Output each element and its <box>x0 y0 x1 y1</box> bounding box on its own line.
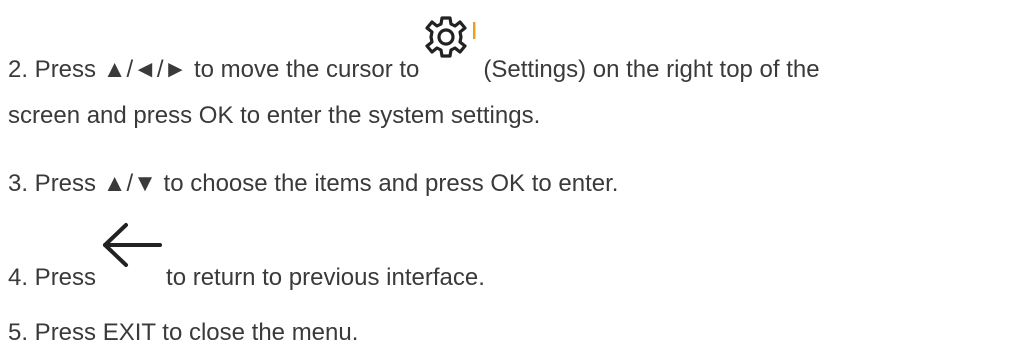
step-3-text: 3. Press ▲/▼ to choose the items and pre… <box>8 170 619 197</box>
step-5-text: 5. Press EXIT to close the menu. <box>8 319 359 346</box>
back-arrow-icon <box>96 223 166 292</box>
gear-icon <box>419 16 483 84</box>
step-2-text-a: 2. Press ▲/◄/► to move the cursor to <box>8 56 420 83</box>
step-2-line-1: 2. Press ▲/◄/► to move the cursor to (Se… <box>8 16 820 84</box>
step-5-line: 5. Press EXIT to close the menu. <box>8 319 358 347</box>
step-2-text-b: (Settings) on the right top of the <box>483 56 820 83</box>
step-2-line-2: screen and press OK to enter the system … <box>8 102 540 130</box>
step-3-line: 3. Press ▲/▼ to choose the items and pre… <box>8 170 618 198</box>
instruction-document: 2. Press ▲/◄/► to move the cursor to (Se… <box>8 0 1008 356</box>
step-4-text-b: to return to previous interface. <box>166 264 485 291</box>
step-4-line: 4. Press to return to previous interface… <box>8 223 485 292</box>
step-4-text-a: 4. Press <box>8 264 97 291</box>
step-2-text-c: screen and press OK to enter the system … <box>8 102 541 129</box>
